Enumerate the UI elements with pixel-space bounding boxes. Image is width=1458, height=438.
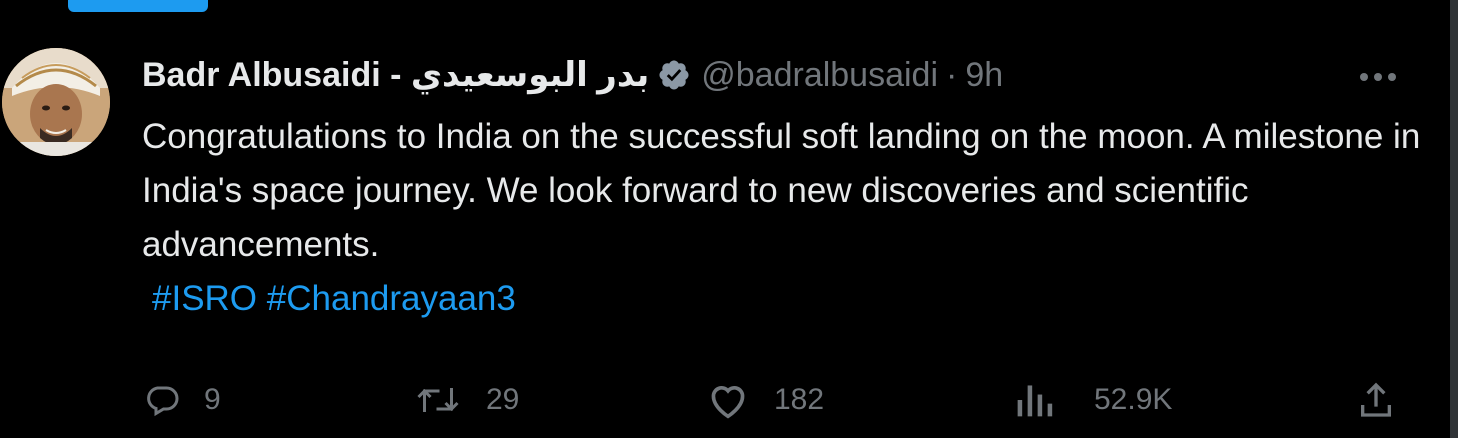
retweet-icon <box>414 382 462 418</box>
verified-badge-icon[interactable] <box>657 58 691 92</box>
views-button[interactable]: 52.9K <box>1012 372 1172 428</box>
user-handle[interactable]: @badralbusaidi <box>701 56 938 95</box>
share-icon <box>1356 380 1396 420</box>
retweet-button[interactable]: 29 <box>414 372 519 428</box>
tweet-header: Badr Albusaidi - بدر البوسعيدي @badralbu… <box>142 53 1003 97</box>
reply-count: 9 <box>204 383 221 416</box>
views-chart-icon <box>1012 380 1056 420</box>
tweet-actions: 9 29 182 52.9K <box>0 372 1450 428</box>
timeline-border <box>1450 0 1458 438</box>
avatar[interactable] <box>2 48 110 156</box>
views-count: 52.9K <box>1094 383 1173 416</box>
active-tab-indicator <box>68 0 208 12</box>
hashtag-link[interactable]: #Chandrayaan3 <box>267 279 516 318</box>
tweet[interactable]: Badr Albusaidi - بدر البوسعيدي @badralbu… <box>0 12 1450 438</box>
like-button[interactable]: 182 <box>706 372 824 428</box>
timestamp[interactable]: 9h <box>965 56 1003 95</box>
more-options-button[interactable] <box>1356 62 1400 92</box>
share-button[interactable] <box>1356 372 1396 428</box>
tweet-body: Congratulations to India on the successf… <box>142 110 1422 326</box>
like-count: 182 <box>774 383 825 416</box>
hashtags: #ISRO #Chandrayaan3 <box>142 272 1422 326</box>
reply-button[interactable]: 9 <box>144 372 221 428</box>
heart-icon <box>706 380 750 420</box>
more-horizontal-icon <box>1358 71 1398 83</box>
tweet-text: Congratulations to India on the successf… <box>142 117 1421 264</box>
hashtag-link[interactable]: #ISRO <box>152 279 257 318</box>
reply-icon <box>144 382 180 418</box>
retweet-count: 29 <box>486 383 520 416</box>
separator-dot: · <box>946 55 958 94</box>
display-name[interactable]: Badr Albusaidi - بدر البوسعيدي <box>142 55 649 95</box>
